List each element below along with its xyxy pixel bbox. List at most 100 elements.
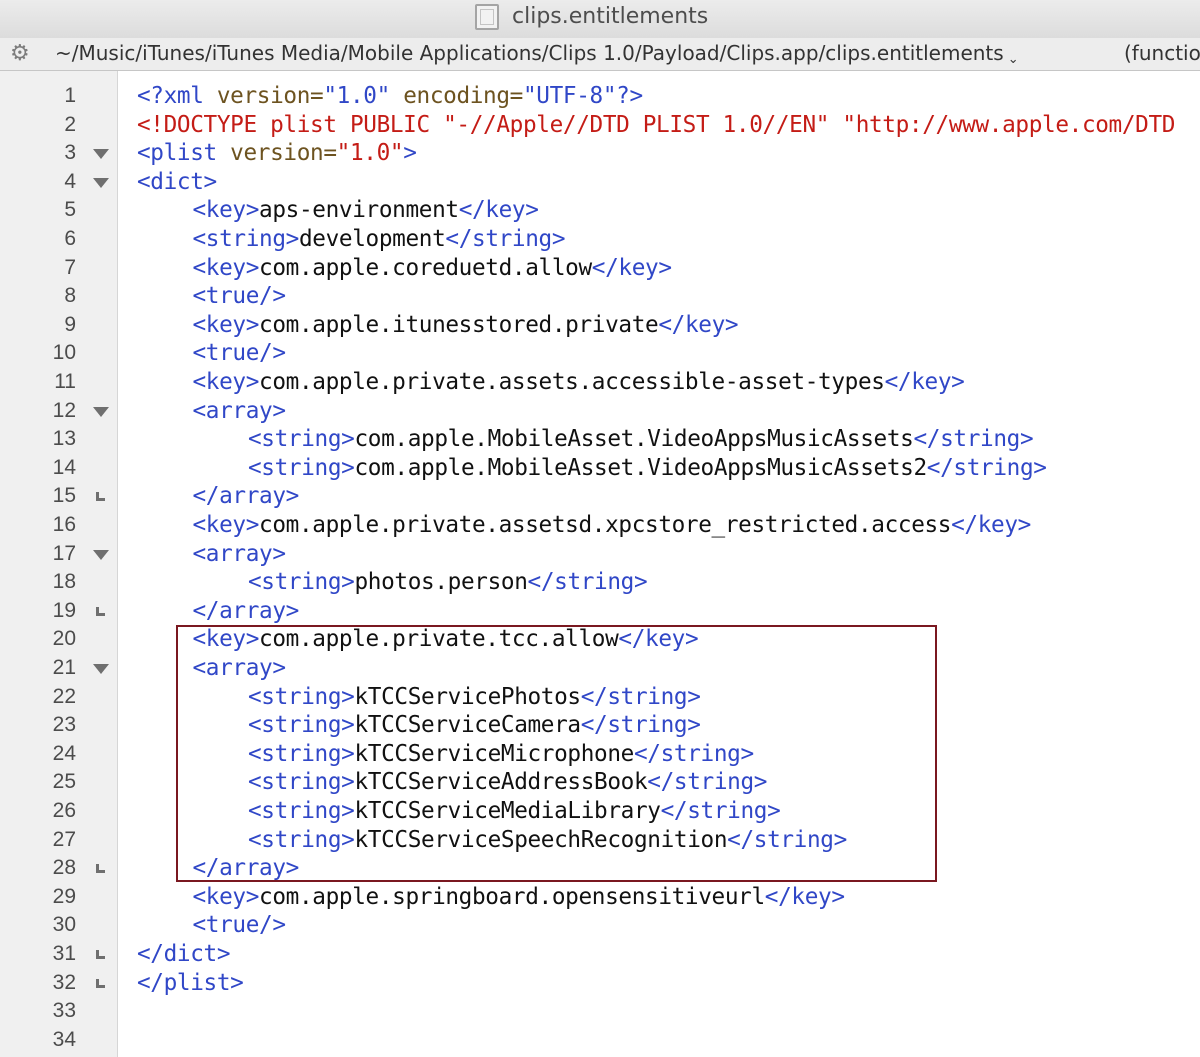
code-line[interactable]: 27 <string>kTCCServiceSpeechRecognition</… xyxy=(0,826,1200,855)
code-token: com.apple.private.assets.accessible-asse… xyxy=(259,369,885,395)
line-number: 15 xyxy=(52,484,76,508)
code-line[interactable]: 16 <key>com.apple.private.assetsd.xpcstor… xyxy=(0,511,1200,540)
code-token: <dict> xyxy=(137,168,217,195)
code-token: </key> xyxy=(618,626,699,653)
code-line[interactable]: 18 <string>photos.person</string> xyxy=(0,568,1200,597)
line-number: 9 xyxy=(64,312,76,336)
line-number: 28 xyxy=(52,856,76,880)
code-token: photos.person xyxy=(354,569,528,596)
code-token: "UTF-8"?> xyxy=(523,83,643,109)
code-line[interactable]: 24 <string>kTCCServiceMicrophone</string> xyxy=(0,740,1200,769)
code-line[interactable]: 28 </array> xyxy=(0,854,1200,883)
code-token: </key> xyxy=(884,369,965,395)
code-line[interactable]: 21 <array> xyxy=(0,654,1200,683)
code-text: <string>com.apple.MobileAsset.VideoAppsM… xyxy=(248,454,1047,482)
code-text: <key>com.apple.private.tcc.allow</key> xyxy=(193,625,699,653)
title-bar: clips.entitlements xyxy=(0,0,1200,39)
code-line[interactable]: 3 <plist version="1.0"> xyxy=(0,139,1200,168)
code-line[interactable]: 6 <string>development</string> xyxy=(0,225,1200,254)
code-text: <key>com.apple.itunesstored.private</key… xyxy=(193,311,739,339)
code-token: com.apple.MobileAsset.VideoAppsMusicAsse… xyxy=(354,426,914,453)
code-line[interactable]: 20 <key>com.apple.private.tcc.allow</key> xyxy=(0,625,1200,654)
code-token: kTCCServiceMediaLibrary xyxy=(354,798,661,824)
code-line[interactable]: 8 <true/> xyxy=(0,282,1200,311)
code-token: <string> xyxy=(248,826,355,853)
code-line[interactable]: 31 </dict> xyxy=(0,940,1200,969)
code-line[interactable]: 4 <dict> xyxy=(0,168,1200,197)
code-token: <string> xyxy=(248,712,355,739)
code-line[interactable]: 15 </array> xyxy=(0,482,1200,511)
code-line[interactable]: 1 <?xml version="1.0" encoding="UTF-8"?> xyxy=(0,82,1200,111)
code-line[interactable]: 2 <!DOCTYPE plist PUBLIC "-//Apple//DTD P… xyxy=(0,111,1200,140)
code-line[interactable]: 30 <true/> xyxy=(0,911,1200,940)
disclosure-triangle-icon[interactable] xyxy=(92,654,110,682)
code-line[interactable]: 5 <key>aps-environment</key> xyxy=(0,196,1200,225)
code-line[interactable]: 7 <key>com.apple.coreduetd.allow</key> xyxy=(0,254,1200,283)
disclosure-triangle-icon[interactable] xyxy=(92,168,110,196)
line-number: 34 xyxy=(52,1027,76,1051)
code-text: <string>kTCCServiceCamera</string> xyxy=(248,711,701,739)
line-number: 30 xyxy=(52,913,76,937)
code-token: <key> xyxy=(192,883,260,910)
code-line[interactable]: 11 <key>com.apple.private.assets.accessib… xyxy=(0,368,1200,397)
code-text: <string>photos.person</string> xyxy=(248,568,648,596)
line-number: 29 xyxy=(52,884,76,908)
code-line[interactable]: 23 <string>kTCCServiceCamera</string> xyxy=(0,711,1200,740)
code-line[interactable]: 32 </plist> xyxy=(0,969,1200,998)
code-token: </key> xyxy=(951,512,1031,538)
line-number: 24 xyxy=(52,741,76,765)
code-line[interactable]: 29 <key>com.apple.springboard.opensensiti… xyxy=(0,883,1200,912)
disclosure-triangle-icon[interactable] xyxy=(92,397,110,425)
document-icon xyxy=(475,4,499,30)
code-line[interactable]: 22 <string>kTCCServicePhotos</string> xyxy=(0,683,1200,712)
code-token: com.apple.private.assetsd.xpcstore_restr… xyxy=(259,512,952,538)
code-token: </string> xyxy=(527,569,648,596)
code-text: <string>development</string> xyxy=(193,225,566,253)
fold-end-icon xyxy=(92,969,110,997)
code-token: com.apple.private.tcc.allow xyxy=(259,626,619,653)
fold-end-icon xyxy=(92,482,110,510)
code-token: </string> xyxy=(926,454,1047,481)
function-popup[interactable]: (functio xyxy=(1124,41,1200,65)
code-token: <key> xyxy=(192,254,260,281)
navigation-bar: ⚙ ~/Music/iTunes/iTunes Media/Mobile App… xyxy=(0,38,1200,71)
disclosure-triangle-icon[interactable] xyxy=(92,540,110,568)
code-line[interactable]: 34 xyxy=(0,1026,1200,1055)
code-token: <true/> xyxy=(192,283,287,310)
code-token: </plist> xyxy=(137,969,244,996)
code-text: </array> xyxy=(193,482,300,510)
code-line[interactable]: 33 xyxy=(0,997,1200,1026)
code-token: <?xml xyxy=(137,83,217,109)
line-number: 18 xyxy=(52,570,76,594)
code-line[interactable]: 9 <key>com.apple.itunesstored.private</ke… xyxy=(0,311,1200,340)
line-number: 1 xyxy=(64,84,76,107)
line-number: 6 xyxy=(64,227,76,250)
fold-end-icon xyxy=(92,854,110,882)
line-number: 16 xyxy=(52,513,76,536)
disclosure-triangle-icon[interactable] xyxy=(92,139,110,167)
code-token: <string> xyxy=(248,683,355,710)
code-text: <string>kTCCServiceMicrophone</string> xyxy=(248,740,754,768)
code-line[interactable]: 12 <array> xyxy=(0,397,1200,426)
code-line[interactable]: 25 <string>kTCCServiceAddressBook</string… xyxy=(0,768,1200,797)
line-number: 20 xyxy=(52,627,76,651)
code-line[interactable]: 14 <string>com.apple.MobileAsset.VideoApp… xyxy=(0,454,1200,483)
line-number: 25 xyxy=(52,770,76,794)
code-line[interactable]: 26 <string>kTCCServiceMediaLibrary</strin… xyxy=(0,797,1200,826)
code-text: <string>kTCCServiceAddressBook</string> xyxy=(248,768,767,796)
gear-icon[interactable]: ⚙ xyxy=(10,42,30,66)
code-line[interactable]: 19 </array> xyxy=(0,597,1200,626)
code-line[interactable]: 10 <true/> xyxy=(0,339,1200,368)
code-text: <key>com.apple.springboard.opensensitive… xyxy=(192,883,846,911)
code-text: <key>com.apple.private.assets.accessible… xyxy=(193,368,965,396)
code-token: kTCCServiceAddressBook xyxy=(354,769,648,796)
fold-end-icon xyxy=(92,940,110,968)
code-line[interactable]: 13 <string>com.apple.MobileAsset.VideoApp… xyxy=(0,425,1200,454)
line-number: 22 xyxy=(52,684,76,708)
code-text: <array> xyxy=(193,540,287,568)
file-path-popup[interactable]: ~/Music/iTunes/iTunes Media/Mobile Appli… xyxy=(55,41,1019,67)
code-token: "1.0" xyxy=(336,140,404,167)
code-token: com.apple.MobileAsset.VideoAppsMusicAsse… xyxy=(354,454,927,481)
code-line[interactable]: 17 <array> xyxy=(0,540,1200,569)
code-text: <dict> xyxy=(137,168,217,196)
